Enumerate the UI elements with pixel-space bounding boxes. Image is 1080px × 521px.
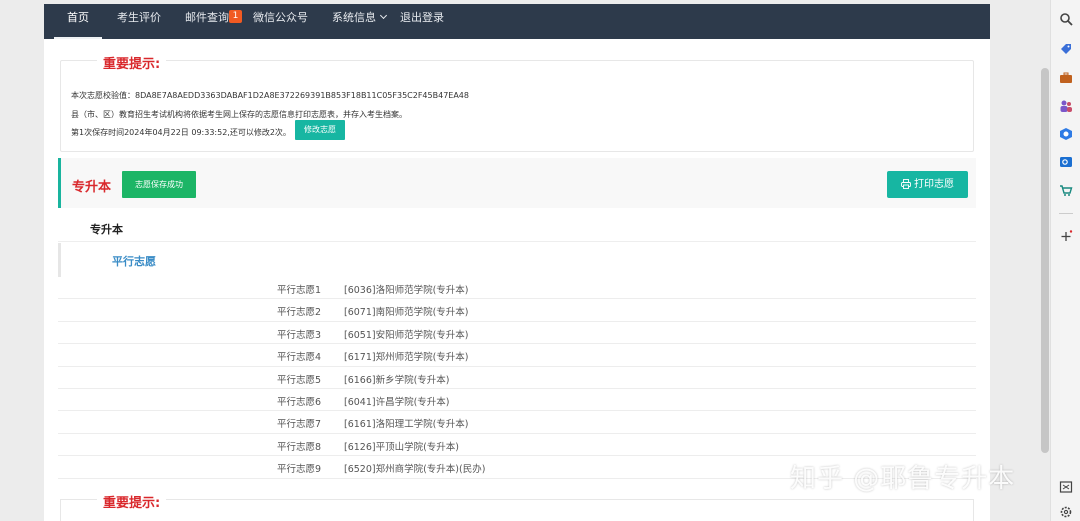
table-row: 平行志愿7 [6161]洛阳理工学院(专升本) (58, 411, 976, 434)
watermark: 知乎 @耶鲁专升本 (790, 464, 1016, 494)
wish-value: [6051]安阳师范学院(专升本) (344, 329, 469, 341)
nav-logout[interactable]: 退出登录 (400, 4, 444, 39)
wish-value: [6126]平顶山学院(专升本) (344, 441, 460, 453)
wish-value: [6071]南阳师范学院(专升本) (344, 307, 469, 319)
cart-icon[interactable] (1059, 183, 1073, 197)
wish-key: 平行志愿3 (277, 329, 322, 341)
wish-value: [6161]洛阳理工学院(专升本) (344, 419, 469, 431)
mail-count-badge: 1 (229, 10, 242, 23)
save-time-text: 第1次保存时间2024年04月22日 09:33:52,还可以修改2次。 (71, 128, 291, 137)
nav-system-info-label: 系统信息 (332, 11, 376, 24)
table-row: 平行志愿1 [6036]洛阳师范学院(专升本) (58, 277, 976, 300)
nav-mail-query[interactable]: 邮件查询 (185, 4, 229, 39)
wish-key: 平行志愿4 (277, 352, 322, 364)
chevron-down-icon (379, 11, 388, 20)
printer-icon (901, 179, 911, 189)
type-label: 专升本 (90, 223, 123, 236)
plus-icon[interactable] (1059, 229, 1073, 243)
table-row: 平行志愿8 [6126]平顶山学院(专升本) (58, 434, 976, 457)
wish-key: 平行志愿2 (277, 307, 322, 319)
search-icon[interactable] (1059, 12, 1073, 26)
parallel-wish-label: 平行志愿 (112, 255, 156, 268)
nav-student-review[interactable]: 考生评价 (117, 4, 161, 39)
nav-active-indicator (54, 37, 102, 39)
nav-wechat[interactable]: 微信公众号 (253, 4, 308, 39)
second-notice-box: 重要提示: (60, 492, 974, 521)
window-icon[interactable] (1059, 480, 1073, 494)
section-header: 专升本 志愿保存成功 打印志愿 (58, 158, 976, 208)
wish-key: 平行志愿6 (277, 396, 322, 408)
top-navbar: 首页 考生评价 邮件查询 1 微信公众号 系统信息 退出登录 (44, 4, 990, 39)
wish-value: [6036]洛阳师范学院(专升本) (344, 285, 469, 296)
table-row: 平行志愿5 [6166]新乡学院(专升本) (58, 367, 976, 389)
wish-key: 平行志愿8 (277, 441, 322, 453)
print-wish-label: 打印志愿 (914, 179, 954, 190)
tag-icon[interactable] (1059, 42, 1073, 56)
office-icon[interactable] (1059, 127, 1073, 141)
table-row: 平行志愿6 [6041]许昌学院(专升本) (58, 389, 976, 412)
save-success-badge: 志愿保存成功 (122, 171, 196, 198)
page-scrollbar[interactable] (1041, 68, 1049, 453)
sidebar-separator (1059, 213, 1073, 214)
notice-legend: 重要提示: (97, 53, 167, 72)
parallel-wish-header: 平行志愿 (58, 243, 976, 277)
modify-wish-button[interactable]: 修改志愿 (295, 120, 345, 140)
nav-home[interactable]: 首页 (67, 4, 89, 39)
wish-value: [6520]郑州商学院(专升本)(民办) (344, 464, 486, 476)
print-info-text: 县（市、区）教育招生考试机构将依据考生网上保存的志愿信息打印志愿表，并存入考生档… (71, 110, 407, 119)
briefcase-icon[interactable] (1059, 71, 1073, 85)
table-row: 平行志愿4 [6171]郑州师范学院(专升本) (58, 344, 976, 367)
nav-system-info[interactable]: 系统信息 (332, 4, 388, 39)
check-value-text: 本次志愿校验值：8DA8E7A8AEDD3363DABAF1D2A8E37226… (71, 91, 469, 100)
table-row: 平行志愿2 [6071]南阳师范学院(专升本) (58, 299, 976, 322)
section-title: 专升本 (72, 180, 112, 195)
browser-sidebar (1050, 0, 1080, 521)
table-row: 平行志愿3 [6051]安阳师范学院(专升本) (58, 322, 976, 345)
gear-icon[interactable] (1059, 505, 1073, 519)
people-icon[interactable] (1059, 99, 1073, 113)
print-wish-button[interactable]: 打印志愿 (887, 171, 968, 198)
wish-key: 平行志愿1 (277, 285, 322, 296)
type-row: 专升本 (58, 210, 976, 242)
wish-value: [6041]许昌学院(专升本) (344, 396, 450, 408)
page-container: 首页 考生评价 邮件查询 1 微信公众号 系统信息 退出登录 重要提示: 本次志… (44, 4, 990, 521)
wish-value: [6166]新乡学院(专升本) (344, 374, 450, 386)
wish-key: 平行志愿5 (277, 374, 322, 386)
second-notice-legend: 重要提示: (97, 492, 167, 511)
wish-key: 平行志愿9 (277, 464, 322, 476)
wish-table: 平行志愿1 [6036]洛阳师范学院(专升本) 平行志愿2 [6071]南阳师范学院… (58, 277, 976, 479)
wish-value: [6171]郑州师范学院(专升本) (344, 352, 469, 364)
notice-box: 重要提示: 本次志愿校验值：8DA8E7A8AEDD3363DABAF1D2A8… (60, 53, 974, 152)
outlook-icon[interactable] (1059, 155, 1073, 169)
wish-key: 平行志愿7 (277, 419, 322, 431)
